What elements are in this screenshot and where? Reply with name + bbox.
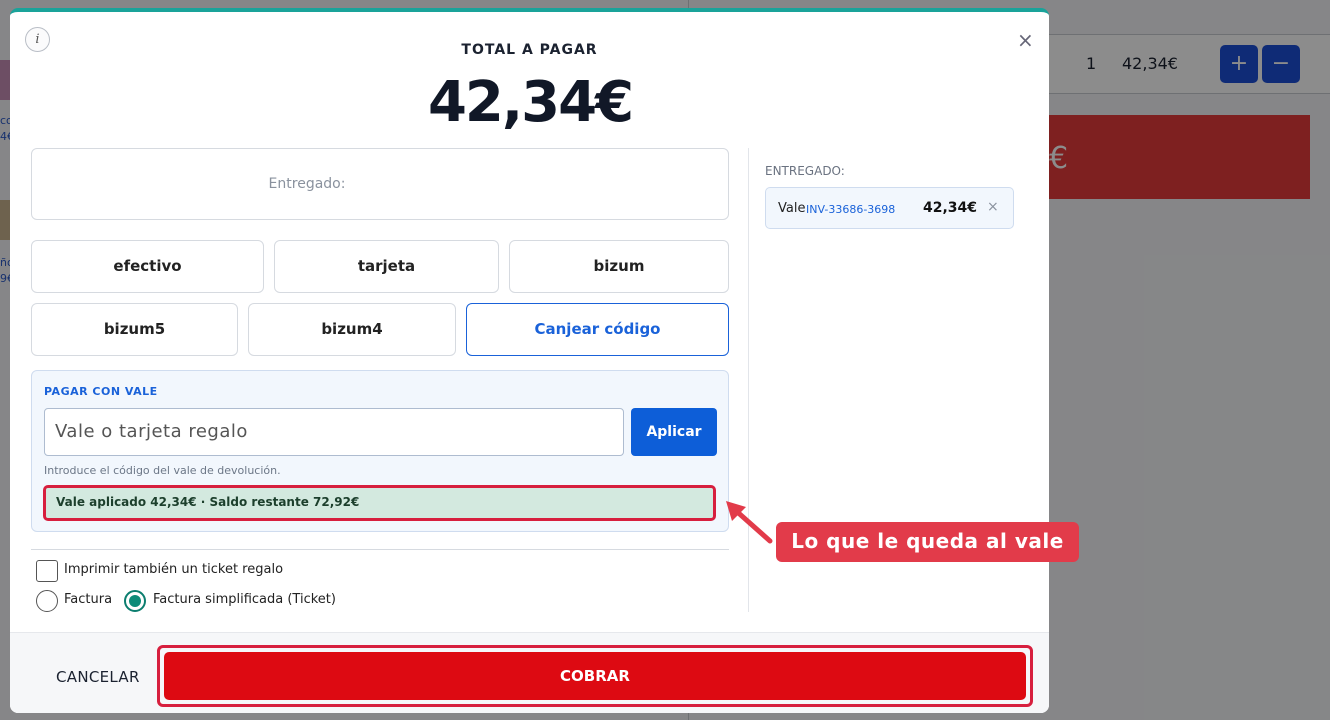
voucher-help-text: Introduce el código del vale de devoluci… [44,464,281,477]
simplified-invoice-radio[interactable] [124,590,146,612]
total-label-text: TOTAL A PAGAR [461,42,598,58]
payment-method-redeem-code[interactable]: Canjear código [466,303,729,356]
voucher-panel: PAGAR CON VALE Vale o tarjeta regalo Apl… [31,370,729,532]
voucher-status-text: Vale aplicado 42,34€ · Saldo restante 72… [56,495,360,509]
remove-voucher-icon[interactable]: × [987,199,999,215]
total-amount: 42,34€ [427,70,634,135]
simplified-invoice-radio-label: Factura simplificada (Ticket) [153,592,336,607]
given-voucher-card: Vale INV-33686-3698 42,34€ × [765,187,1014,229]
given-voucher-name: Vale [778,201,806,216]
given-voucher-amount: 42,34€ [923,200,978,216]
charge-button[interactable]: COBRAR [164,652,1026,700]
voucher-code-input[interactable]: Vale o tarjeta regalo [44,408,624,456]
annotation-arrow-icon [726,501,773,544]
invoice-radio[interactable] [36,590,58,612]
tendered-field[interactable]: Entregado: [31,148,729,220]
apply-voucher-button[interactable]: Aplicar [631,408,717,456]
divider [31,549,729,550]
payment-method-efectivo[interactable]: efectivo [31,240,264,293]
payment-method-tarjeta[interactable]: tarjeta [274,240,499,293]
voucher-status-message: Vale aplicado 42,34€ · Saldo restante 72… [43,485,716,521]
payment-method-bizum5[interactable]: bizum5 [31,303,238,356]
annotation-callout: Lo que le queda al vale [776,522,1079,562]
payment-method-bizum4[interactable]: bizum4 [248,303,456,356]
given-voucher-code: INV-33686-3698 [806,203,896,216]
given-title: ENTREGADO: [765,164,845,178]
payment-method-bizum[interactable]: bizum [509,240,729,293]
gift-ticket-label: Imprimir también un ticket regalo [64,562,284,577]
invoice-radio-label: Factura [64,592,113,607]
annotation-text: Lo que le queda al vale [791,529,1064,553]
gift-ticket-checkbox[interactable] [36,560,58,582]
modal-footer: CANCELAR COBRAR [10,632,1049,713]
voucher-title: PAGAR CON VALE [44,385,158,398]
payment-modal: i × TOTAL A PAGAR 42,34€ Entregado: efec… [10,8,1049,713]
tendered-label: Entregado: [268,176,346,192]
cancel-button[interactable]: CANCELAR [56,668,140,686]
total-label: TOTAL A PAGAR [10,42,1049,58]
